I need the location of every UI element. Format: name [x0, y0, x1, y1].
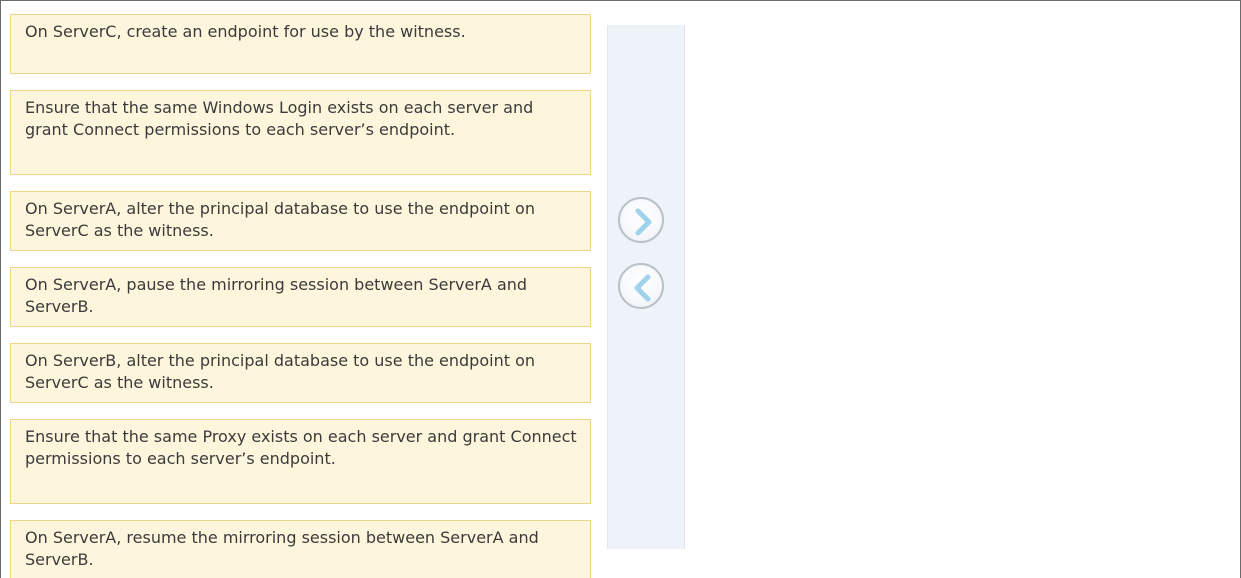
action-item[interactable]: Ensure that the same Windows Login exist…	[10, 90, 591, 175]
chevron-right-icon	[635, 208, 652, 236]
move-left-button[interactable]	[618, 263, 664, 309]
drag-drop-question: On ServerC, create an endpoint for use b…	[0, 0, 1241, 578]
action-item[interactable]: On ServerB, alter the principal database…	[10, 343, 591, 403]
move-right-button[interactable]	[618, 197, 664, 243]
actions-list: On ServerC, create an endpoint for use b…	[1, 1, 601, 578]
action-item[interactable]: On ServerC, create an endpoint for use b…	[10, 14, 591, 74]
action-item[interactable]: Ensure that the same Proxy exists on eac…	[10, 419, 591, 504]
action-item-text: Ensure that the same Proxy exists on eac…	[25, 427, 577, 468]
answer-area[interactable]	[691, 25, 1231, 549]
action-item[interactable]: On ServerA, resume the mirroring session…	[10, 520, 591, 578]
chevron-left-icon	[634, 274, 651, 302]
action-item-text: On ServerB, alter the principal database…	[25, 351, 535, 392]
action-item-text: On ServerA, alter the principal database…	[25, 199, 535, 240]
action-item-text: Ensure that the same Windows Login exist…	[25, 98, 534, 139]
action-item-text: On ServerA, pause the mirroring session …	[25, 275, 528, 316]
action-item[interactable]: On ServerA, alter the principal database…	[10, 191, 591, 251]
action-item-text: On ServerA, resume the mirroring session…	[25, 528, 539, 569]
action-item[interactable]: On ServerA, pause the mirroring session …	[10, 267, 591, 327]
action-item-text: On ServerC, create an endpoint for use b…	[25, 22, 466, 41]
